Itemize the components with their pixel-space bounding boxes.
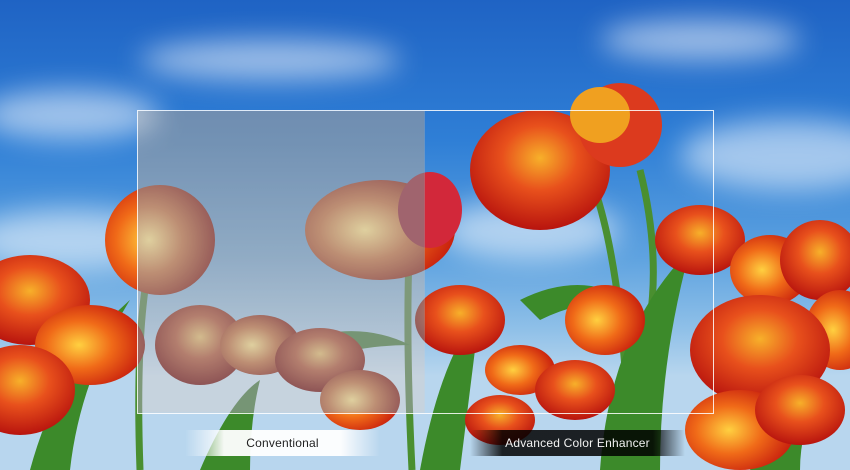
tulip-comparison-scene: Conventional Advanced Color Enhancer bbox=[0, 0, 850, 470]
comparison-frame bbox=[137, 110, 714, 414]
conventional-label: Conventional bbox=[185, 430, 380, 456]
conventional-overlay bbox=[138, 111, 425, 413]
advanced-color-enhancer-label: Advanced Color Enhancer bbox=[470, 430, 685, 456]
